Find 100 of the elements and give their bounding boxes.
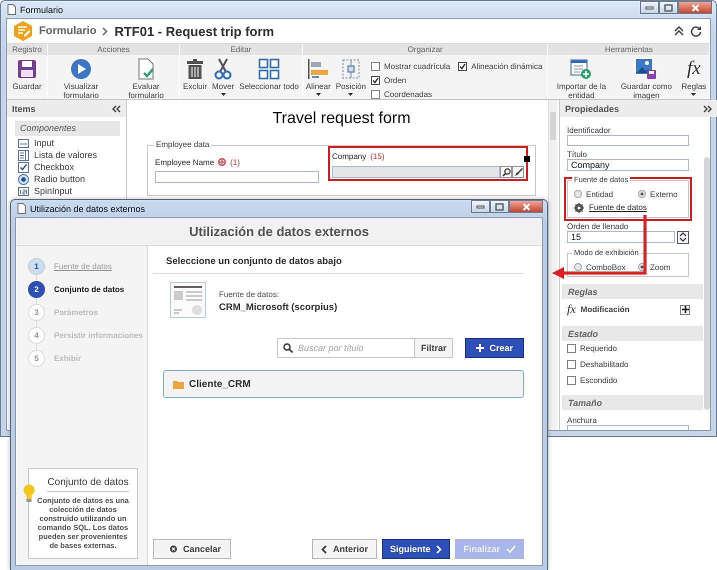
dataset-item[interactable]: Cliente_CRM <box>163 370 524 398</box>
order-number: (15) <box>370 152 384 160</box>
image-save-icon <box>635 58 658 80</box>
breadcrumb-link[interactable]: Formulario <box>39 25 96 37</box>
collapse-icon[interactable] <box>674 26 684 36</box>
ribbon-button[interactable]: Guardar como imagen <box>614 58 678 100</box>
plus-icon <box>682 306 688 314</box>
dropdown-button[interactable]: Alinear <box>304 58 333 96</box>
input-field[interactable]: 15 <box>567 231 675 244</box>
checkbox-label: Alineación dinámica <box>471 62 542 70</box>
close-icon <box>522 202 530 210</box>
ribbon-button[interactable]: Importar de la entidad <box>549 58 614 100</box>
field-label: Anchura <box>567 416 598 426</box>
collapse-icon[interactable] <box>112 104 121 112</box>
scroll-thumb[interactable] <box>550 112 556 140</box>
group-label: Organizar <box>302 44 548 55</box>
window-plus-icon <box>570 58 592 80</box>
checkbox[interactable] <box>371 90 380 98</box>
tip-title: Conjunto de datos <box>47 475 129 492</box>
maximize-button[interactable] <box>490 200 509 213</box>
chevron-icon <box>102 26 108 36</box>
caret-icon <box>316 93 321 96</box>
text-field-icon <box>18 138 29 148</box>
number-field-icon <box>18 186 29 196</box>
checkbox[interactable] <box>567 344 576 354</box>
brush-icon <box>514 168 522 176</box>
position-icon <box>340 58 362 80</box>
back-button[interactable]: Anterior <box>312 539 377 559</box>
checkbox[interactable] <box>371 62 380 70</box>
group-label: Herramientas <box>548 44 710 55</box>
minimize-button[interactable] <box>471 200 490 213</box>
step-number: 3 <box>28 304 45 321</box>
source-label: Fuente de datos: <box>219 290 280 299</box>
close-button[interactable] <box>509 200 543 213</box>
checkbox[interactable] <box>371 76 380 84</box>
checkbox[interactable] <box>458 62 468 70</box>
radio-label: ComboBox <box>586 262 626 272</box>
content-heading: Seleccione un conjunto de datos abajo <box>153 256 524 274</box>
field-label: Título <box>567 150 588 159</box>
list-icon <box>18 150 29 160</box>
resize-handle[interactable] <box>524 156 530 162</box>
dropdown-button[interactable]: fx Reglas <box>679 58 708 96</box>
radio-button[interactable] <box>574 263 582 272</box>
next-button[interactable]: Siguiente <box>382 539 450 559</box>
radio-button[interactable] <box>638 190 646 198</box>
component-item[interactable]: Input <box>34 138 54 148</box>
step-label: Parámetros <box>54 308 98 317</box>
step-label: Persistir informaciones <box>54 331 143 340</box>
maximize-icon <box>664 4 673 12</box>
align-left-icon <box>307 58 330 80</box>
formula-symbol: fx <box>567 302 576 318</box>
refresh-icon[interactable] <box>690 25 702 37</box>
cancel-button[interactable]: Cancelar <box>153 539 231 559</box>
close-button[interactable] <box>678 1 712 14</box>
dropdown-button[interactable]: Mover <box>210 58 236 96</box>
checkbox[interactable] <box>567 376 576 385</box>
ribbon-button[interactable]: Visualizar formulario <box>49 58 113 100</box>
create-button[interactable]: Crear <box>465 338 524 358</box>
section-header: Componentes <box>15 121 120 136</box>
order-number: (1) <box>230 158 240 166</box>
search-field[interactable]: Buscar por título <box>276 338 414 358</box>
ribbon-button[interactable]: Guardar <box>10 58 44 91</box>
ribbon-button[interactable]: Evaluar formulario <box>114 58 178 100</box>
data-source-link[interactable]: Fuente de datos <box>589 203 647 212</box>
minimize-button[interactable] <box>640 1 659 14</box>
checkbox-label: Requerido <box>580 344 617 354</box>
radio-icon <box>18 174 29 184</box>
clear-button[interactable] <box>512 166 524 178</box>
add-button[interactable] <box>680 304 690 315</box>
expand-icon[interactable] <box>703 104 712 112</box>
ribbon-button[interactable]: Excluir <box>181 58 210 91</box>
component-item[interactable]: Radio button <box>34 174 86 184</box>
dropdown-button[interactable]: Posición <box>334 58 368 96</box>
panel-title: Items <box>12 104 36 114</box>
component-item[interactable]: Checkbox <box>34 162 74 172</box>
group-label: Editar <box>180 44 302 55</box>
x-circle-icon <box>170 544 177 554</box>
scroll-thumb[interactable] <box>704 157 710 410</box>
spinner-button[interactable] <box>677 230 689 244</box>
input-field[interactable] <box>567 425 689 430</box>
spinner-icon <box>679 232 687 242</box>
input-field[interactable] <box>332 166 500 178</box>
minimize-icon <box>476 204 485 208</box>
maximize-button[interactable] <box>659 1 678 14</box>
input-field[interactable] <box>567 135 689 146</box>
filter-button[interactable]: Filtrar <box>414 338 454 358</box>
input-field[interactable]: Company <box>567 158 689 171</box>
scrollbar[interactable] <box>548 100 557 430</box>
input-field[interactable] <box>155 171 319 183</box>
component-item[interactable]: Lista de valores <box>34 150 98 160</box>
search-button[interactable] <box>500 166 512 178</box>
checkbox[interactable] <box>567 360 576 370</box>
step-label: Exhibir <box>54 354 82 363</box>
grid-icon <box>258 58 280 80</box>
ribbon-button[interactable]: Seleccionar todo <box>237 58 301 91</box>
caret-icon <box>691 93 696 96</box>
component-item[interactable]: SpinInput <box>34 186 72 196</box>
radio-button[interactable] <box>574 190 582 198</box>
play-icon <box>70 58 92 80</box>
window-title: Formulario <box>20 4 64 14</box>
